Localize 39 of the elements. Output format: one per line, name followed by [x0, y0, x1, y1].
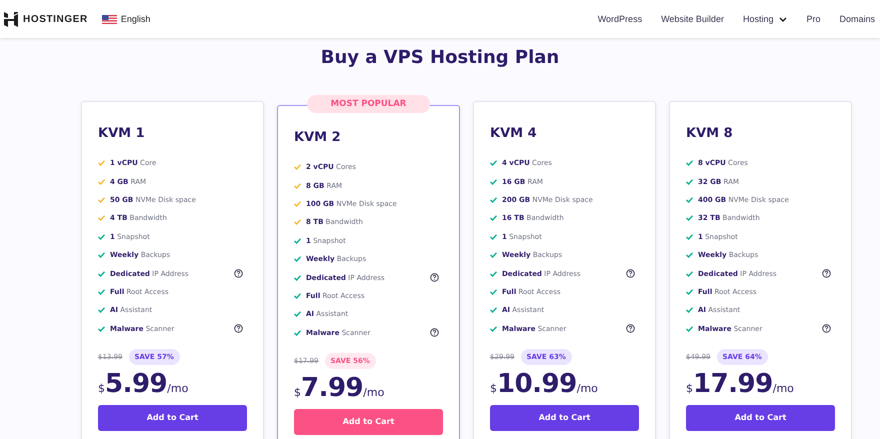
add-to-cart-button[interactable]: Add to Cart — [686, 404, 835, 431]
nav-link[interactable]: Domains — [839, 14, 875, 24]
help-icon[interactable] — [822, 269, 831, 278]
add-to-cart-button[interactable]: Add to Cart — [490, 404, 639, 431]
plan-price: 7.99 — [301, 372, 364, 403]
page-title: Buy a VPS Hosting Plan — [320, 47, 560, 68]
flag-icon — [102, 14, 117, 24]
nav-link[interactable]: Website Builder — [661, 14, 724, 24]
currency-symbol: $ — [98, 382, 105, 395]
chevron-icon — [779, 16, 788, 22]
nav-link[interactable]: Pro — [806, 14, 820, 24]
plan-name: KVM 1 — [98, 126, 146, 141]
help-icon[interactable] — [626, 269, 635, 278]
help-icon[interactable] — [234, 324, 243, 334]
plan-name: KVM 8 — [686, 126, 734, 141]
currency-symbol: $ — [686, 382, 693, 395]
plan-name: KVM 2 — [294, 130, 342, 145]
help-icon[interactable] — [626, 324, 635, 334]
help-icon[interactable] — [430, 273, 439, 282]
help-icon[interactable] — [234, 269, 243, 278]
logo-icon — [4, 12, 18, 26]
price-period: /mo — [576, 382, 598, 395]
price-period: /mo — [363, 386, 384, 399]
plan-price: 5.99 — [105, 368, 168, 399]
nav-link[interactable]: WordPress — [598, 14, 642, 24]
language-selector[interactable]: English — [120, 14, 150, 24]
price-period: /mo — [167, 382, 188, 395]
nav-link[interactable]: Hosting — [742, 14, 788, 24]
currency-symbol: $ — [294, 386, 301, 399]
popular-badge: MOST POPULAR — [306, 95, 430, 113]
help-icon[interactable] — [822, 324, 831, 334]
currency-symbol: $ — [490, 382, 497, 395]
add-to-cart-button[interactable]: Add to Cart — [98, 404, 247, 431]
help-icon[interactable] — [430, 328, 439, 338]
logo-text[interactable]: HOSTINGER — [23, 14, 88, 24]
price-period: /mo — [772, 382, 794, 395]
plan-price: 10.99 — [497, 368, 577, 399]
plan-name: KVM 4 — [490, 126, 538, 141]
plan-price: 17.99 — [693, 368, 773, 399]
